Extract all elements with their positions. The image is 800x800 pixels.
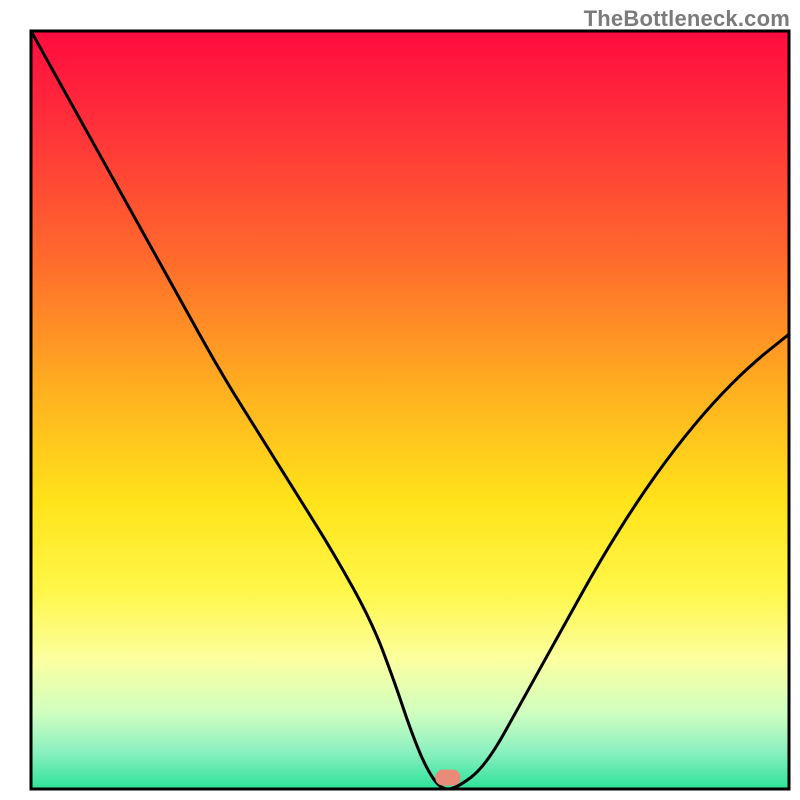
chart-container: TheBottleneck.com [0, 0, 800, 800]
plot-background [31, 31, 789, 789]
bottleneck-chart [0, 0, 800, 800]
attribution-label: TheBottleneck.com [584, 6, 790, 32]
optimal-marker [436, 770, 460, 785]
